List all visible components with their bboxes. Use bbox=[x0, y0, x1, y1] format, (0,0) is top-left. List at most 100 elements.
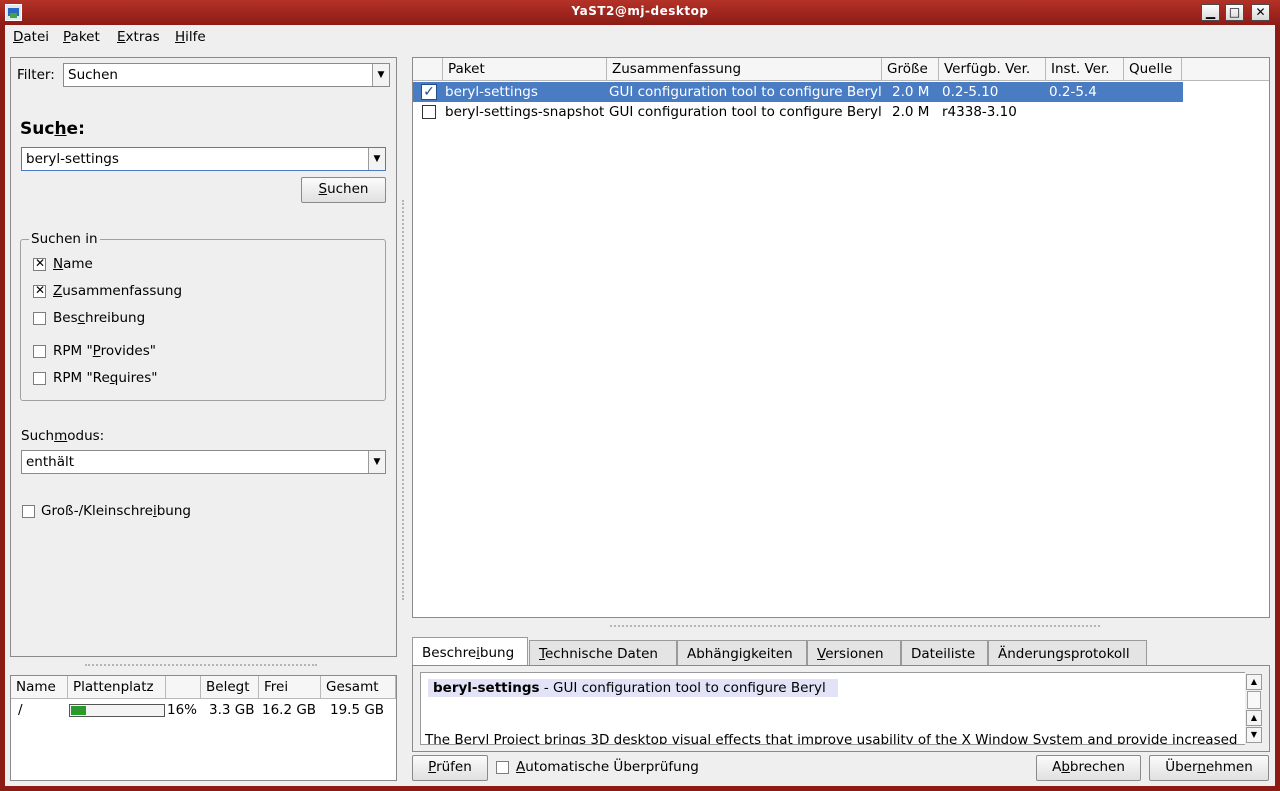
close-button[interactable]: ✕ bbox=[1251, 4, 1270, 21]
disk-mount: / bbox=[18, 702, 23, 718]
menu-extras[interactable]: Extras bbox=[117, 29, 160, 45]
package-table: Paket Zusammenfassung Größe Verfügb. Ver… bbox=[412, 57, 1270, 618]
window-title: YaST2@mj-desktop bbox=[571, 4, 709, 18]
search-mode-label: Suchmodus: bbox=[21, 428, 105, 444]
chevron-down-icon[interactable]: ▼ bbox=[368, 148, 385, 170]
disk-header-total[interactable]: Gesamt bbox=[321, 676, 396, 699]
search-input-value: beryl-settings bbox=[26, 151, 119, 167]
search-provides-checkbox[interactable] bbox=[33, 345, 46, 358]
scrollbar-thumb[interactable] bbox=[1247, 691, 1261, 709]
window-frame-right bbox=[1275, 25, 1280, 791]
description-scrollbar[interactable]: ▲ ▲ ▼ bbox=[1245, 672, 1263, 745]
menu-paket[interactable]: Paket bbox=[63, 29, 100, 45]
pkg-header-available[interactable]: Verfügb. Ver. bbox=[939, 58, 1046, 81]
menu-bar: Datei Paket Extras Hilfe bbox=[5, 25, 1275, 51]
disk-usage-table: Name Plattenplatz Belegt Frei Gesamt / 1… bbox=[10, 675, 397, 781]
search-mode-select[interactable]: enthält ▼ bbox=[21, 450, 386, 474]
disk-free: 16.2 GB bbox=[262, 702, 317, 718]
package-status-checkbox[interactable]: ✓ bbox=[421, 84, 437, 100]
auto-check-label: Automatische Überprüfung bbox=[516, 759, 699, 775]
table-row[interactable]: ✓ beryl-settings GUI configuration tool … bbox=[413, 82, 1183, 102]
search-button[interactable]: Suchen bbox=[301, 177, 386, 203]
disk-header-space[interactable]: Plattenplatz bbox=[68, 676, 166, 699]
package-available-version: 0.2-5.10 bbox=[942, 84, 999, 100]
tab-description[interactable]: Beschreibung bbox=[412, 637, 528, 666]
search-in-title: Suchen in bbox=[29, 231, 100, 247]
search-summary-label: Zusammenfassung bbox=[53, 283, 183, 299]
table-row[interactable]: beryl-settings-snapshot GUI configuratio… bbox=[413, 102, 1183, 122]
maximize-button[interactable]: □ bbox=[1225, 4, 1244, 21]
package-installed-version: 0.2-5.4 bbox=[1049, 84, 1097, 100]
window-frame-bottom bbox=[0, 786, 1280, 791]
search-mode-value: enthält bbox=[26, 454, 75, 470]
filter-label: Filter: bbox=[17, 67, 55, 83]
scroll-up-icon[interactable]: ▲ bbox=[1246, 710, 1262, 726]
filter-select[interactable]: Suchen ▼ bbox=[63, 63, 390, 87]
package-size: 2.0 M bbox=[892, 104, 930, 120]
search-requires-checkbox[interactable] bbox=[33, 372, 46, 385]
package-status-checkbox[interactable] bbox=[422, 105, 436, 119]
splitter-handle-vertical[interactable] bbox=[402, 200, 404, 600]
disk-used: 3.3 GB bbox=[209, 702, 255, 718]
window-frame-left bbox=[0, 25, 5, 791]
pkg-header-size[interactable]: Größe bbox=[882, 58, 939, 81]
disk-usage-bar bbox=[69, 704, 165, 717]
description-body: The Beryl Project brings 3D desktop visu… bbox=[425, 732, 1238, 745]
apply-button[interactable]: Übernehmen bbox=[1149, 755, 1269, 781]
tab-versions[interactable]: Versionen bbox=[807, 640, 901, 666]
search-name-label: Name bbox=[53, 256, 93, 272]
disk-percent: 16% bbox=[167, 702, 198, 718]
tab-technical-data[interactable]: Technische Daten bbox=[529, 640, 677, 666]
chevron-down-icon[interactable]: ▼ bbox=[372, 64, 389, 86]
case-sensitive-checkbox[interactable] bbox=[22, 505, 35, 518]
disk-header-used[interactable]: Belegt bbox=[201, 676, 259, 699]
pkg-header-installed[interactable]: Inst. Ver. bbox=[1046, 58, 1124, 81]
tab-dependencies[interactable]: Abhängigkeiten bbox=[677, 640, 807, 666]
description-pane: beryl-settings - GUI configuration tool … bbox=[412, 665, 1270, 752]
menu-hilfe[interactable]: Hilfe bbox=[175, 29, 206, 45]
menu-datei[interactable]: Datei bbox=[13, 29, 49, 45]
disk-usage-fill bbox=[71, 706, 86, 715]
pkg-header-source[interactable]: Quelle bbox=[1124, 58, 1182, 81]
scroll-up-icon[interactable]: ▲ bbox=[1246, 674, 1262, 690]
tab-file-list[interactable]: Dateiliste bbox=[901, 640, 988, 666]
disk-total: 19.5 GB bbox=[330, 702, 385, 718]
splitter-handle[interactable] bbox=[610, 625, 1100, 627]
search-input[interactable]: beryl-settings ▼ bbox=[21, 147, 386, 171]
table-row[interactable]: / 16% 3.3 GB 16.2 GB 19.5 GB bbox=[11, 700, 396, 720]
search-in-group: Suchen in Name Zusammenfassung Beschreib… bbox=[20, 231, 386, 401]
chevron-down-icon[interactable]: ▼ bbox=[368, 451, 385, 473]
package-available-version: r4338-3.10 bbox=[942, 104, 1017, 120]
search-requires-label: RPM "Requires" bbox=[53, 370, 158, 386]
minimize-button[interactable]: ▁ bbox=[1201, 4, 1220, 21]
search-summary-checkbox[interactable] bbox=[33, 283, 46, 298]
pkg-header-status[interactable] bbox=[413, 58, 443, 81]
title-bar[interactable]: YaST2@mj-desktop ▁ □ ✕ bbox=[0, 0, 1280, 25]
search-description-checkbox[interactable] bbox=[33, 312, 46, 325]
search-description-label: Beschreibung bbox=[53, 310, 146, 326]
check-button[interactable]: Prüfen bbox=[412, 755, 488, 781]
description-heading: beryl-settings - GUI configuration tool … bbox=[428, 679, 838, 697]
disk-header-percent[interactable] bbox=[166, 676, 201, 699]
package-size: 2.0 M bbox=[892, 84, 930, 100]
package-summary: GUI configuration tool to configure Bery… bbox=[609, 84, 881, 100]
package-summary: GUI configuration tool to configure Bery… bbox=[609, 104, 881, 120]
search-panel: Filter: Suchen ▼ Suche: beryl-settings ▼… bbox=[10, 57, 397, 657]
search-name-checkbox[interactable] bbox=[33, 256, 46, 271]
splitter-handle[interactable] bbox=[85, 664, 317, 666]
search-provides-label: RPM "Provides" bbox=[53, 343, 156, 359]
pkg-header-summary[interactable]: Zusammenfassung bbox=[607, 58, 882, 81]
case-sensitive-label: Groß-/Kleinschreibung bbox=[41, 503, 191, 519]
pkg-header-filler bbox=[1182, 58, 1269, 81]
description-content[interactable]: beryl-settings - GUI configuration tool … bbox=[420, 672, 1248, 745]
cancel-button[interactable]: Abbrechen bbox=[1036, 755, 1141, 781]
auto-check-checkbox[interactable] bbox=[496, 761, 509, 774]
scroll-down-icon[interactable]: ▼ bbox=[1246, 727, 1262, 743]
search-heading: Suche: bbox=[20, 119, 85, 139]
disk-header-free[interactable]: Frei bbox=[259, 676, 321, 699]
tab-changelog[interactable]: Änderungsprotokoll bbox=[988, 640, 1147, 666]
package-name: beryl-settings-snapshot bbox=[445, 104, 605, 120]
disk-header-name[interactable]: Name bbox=[11, 676, 68, 699]
pkg-header-name[interactable]: Paket bbox=[443, 58, 607, 81]
detail-tabs: Beschreibung Technische Daten Abhängigke… bbox=[412, 637, 1270, 666]
